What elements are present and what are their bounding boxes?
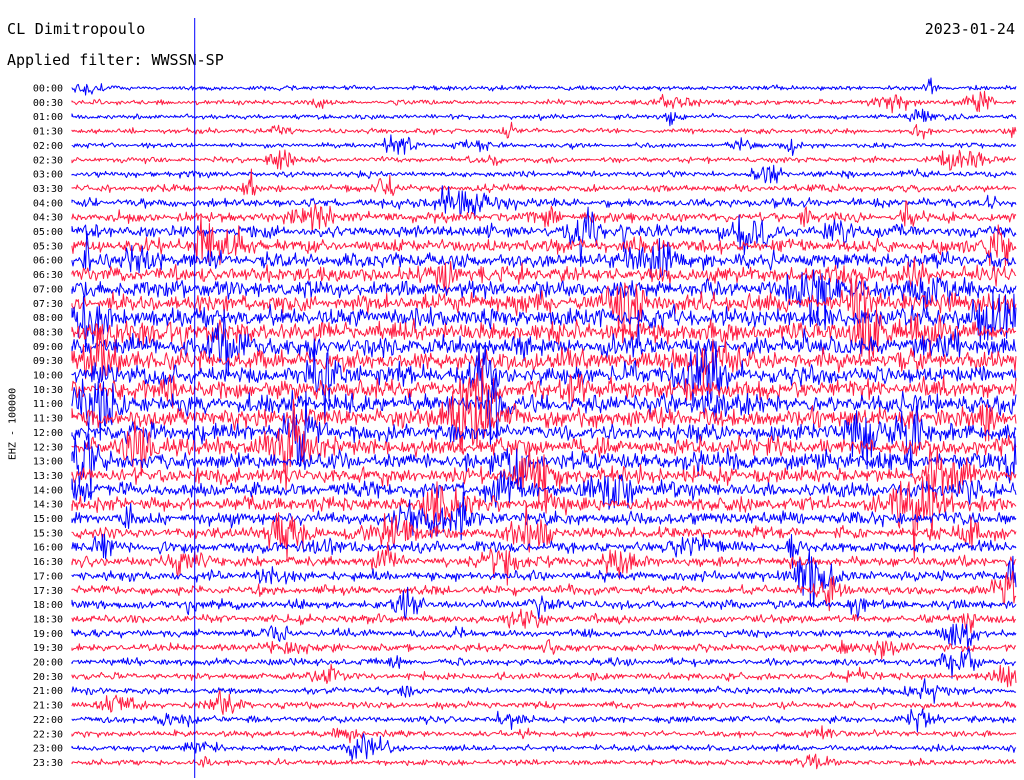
time-label: 09:30	[33, 356, 63, 367]
time-label: 11:30	[33, 414, 63, 425]
time-label: 17:30	[33, 586, 63, 597]
trace-row-0030	[71, 90, 1017, 114]
time-label: 23:30	[33, 758, 63, 769]
time-label: 02:00	[33, 141, 63, 152]
time-label: 14:00	[33, 485, 63, 496]
time-label: 20:30	[33, 672, 63, 683]
trace-row-2100	[71, 678, 1017, 704]
time-label: 19:00	[33, 629, 63, 640]
time-label: 06:00	[33, 256, 63, 267]
time-label: 07:30	[33, 299, 63, 310]
time-label: 16:30	[33, 557, 63, 568]
time-label: 15:00	[33, 514, 63, 525]
time-label: 21:30	[33, 701, 63, 712]
time-label: 17:00	[33, 571, 63, 582]
time-label: 23:00	[33, 744, 63, 755]
time-label: 01:30	[33, 127, 63, 138]
trace-row-1330	[71, 444, 1017, 506]
trace-row-1530	[71, 502, 1017, 560]
time-label: 10:30	[33, 385, 63, 396]
trace-row-2300	[71, 733, 1017, 761]
time-label: 18:30	[33, 614, 63, 625]
time-label-group: 00:00 00:30 01:00 01:30 02:00 02:30 03:00 03:30…	[33, 84, 63, 769]
trace-row-0200	[71, 134, 1017, 156]
trace-row-2130	[71, 689, 1017, 715]
trace-row-1700	[71, 549, 1017, 608]
time-label: 16:00	[33, 543, 63, 554]
time-label: 05:30	[33, 241, 63, 252]
trace-row-0300	[71, 164, 1017, 184]
trace-group	[71, 77, 1017, 770]
time-label: 13:30	[33, 471, 63, 482]
trace-row-1930	[71, 639, 1017, 660]
trace-row-1830	[71, 608, 1017, 634]
trace-row-2030	[71, 663, 1017, 688]
time-label: 07:00	[33, 284, 63, 295]
trace-row-1900	[71, 623, 1017, 652]
trace-row-0130	[71, 121, 1017, 140]
time-label: 08:30	[33, 327, 63, 338]
time-label: 12:00	[33, 428, 63, 439]
trace-row-0600	[71, 230, 1017, 279]
time-label: 15:30	[33, 528, 63, 539]
trace-row-2230	[71, 725, 1017, 744]
time-label: 01:00	[33, 112, 63, 123]
time-label: 08:00	[33, 313, 63, 324]
time-label: 04:30	[33, 213, 63, 224]
time-label: 00:00	[33, 84, 63, 95]
time-label: 20:00	[33, 658, 63, 669]
time-label: 06:30	[33, 270, 63, 281]
time-label: 21:00	[33, 686, 63, 697]
time-label: 13:00	[33, 457, 63, 468]
trace-row-0000	[71, 77, 1017, 96]
trace-row-0100	[71, 108, 1017, 127]
time-label: 09:00	[33, 342, 63, 353]
time-label: 19:30	[33, 643, 63, 654]
helicorder-page: CL Dimitropoulo 2023-01-24 Applied filte…	[0, 0, 1024, 780]
time-label: 11:00	[33, 399, 63, 410]
time-label: 03:30	[33, 184, 63, 195]
time-label: 00:30	[33, 98, 63, 109]
time-label: 14:30	[33, 500, 63, 511]
time-label: 10:00	[33, 371, 63, 382]
time-label: 22:30	[33, 729, 63, 740]
trace-row-2330	[71, 753, 1017, 770]
time-label: 22:00	[33, 715, 63, 726]
time-label: 05:00	[33, 227, 63, 238]
time-label: 03:00	[33, 170, 63, 181]
trace-row-1000	[71, 341, 1017, 423]
time-label: 02:30	[33, 155, 63, 166]
time-label: 12:30	[33, 442, 63, 453]
time-label: 18:00	[33, 600, 63, 611]
helicorder-plot: 00:00 00:30 01:00 01:30 02:00 02:30 03:00 03:30…	[33, 18, 1017, 778]
trace-row-2200	[71, 708, 1017, 733]
time-label: 04:00	[33, 198, 63, 209]
trace-row-0230	[71, 149, 1017, 171]
